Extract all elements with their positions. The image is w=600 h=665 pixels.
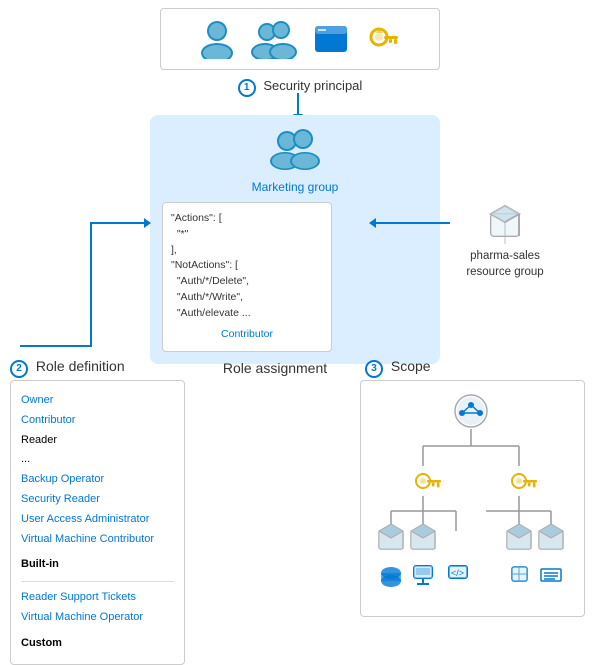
security-principal-box (160, 8, 440, 70)
number-2: 2 (10, 360, 28, 378)
role-ellipsis: ... (21, 450, 174, 470)
pharma-sales-box: pharma-sales resource group (455, 200, 555, 280)
app-icon (313, 24, 349, 54)
scope-tree-svg: </> (371, 391, 571, 601)
labels-row: 2 Role definition Role assignment 3 Scop… (0, 358, 600, 378)
security-principal-text: Security principal (263, 78, 362, 93)
sp-icons (199, 19, 401, 59)
arrow-right-blue (90, 222, 150, 224)
bottom-horizontal-line (20, 345, 92, 347)
arrow-down (297, 93, 299, 115)
divider (21, 581, 174, 582)
role-assignment-section-label: Role assignment (185, 360, 365, 376)
code-line4: "NotActions": [ (171, 258, 323, 274)
key-icon (365, 21, 401, 57)
role-vm-operator[interactable]: Virtual Machine Operator (21, 608, 174, 628)
role-assignment-area: Marketing group "Actions": [ "*" ], "Not… (150, 115, 440, 364)
svg-text:</>: </> (451, 568, 464, 578)
role-definition-code-box: "Actions": [ "*" ], "NotActions": [ "Aut… (162, 202, 332, 352)
role-def-panel: Owner Contributor Reader ... Backup Oper… (10, 380, 185, 665)
builtin-label: Built-in (21, 555, 174, 575)
scope-label: Scope (391, 358, 431, 374)
group-icon (251, 19, 297, 59)
role-reader: Reader (21, 431, 174, 451)
user-icon (199, 19, 235, 59)
number-1: 1 (238, 79, 256, 97)
left-vertical-line (90, 222, 92, 347)
number-3: 3 (365, 360, 383, 378)
code-line6: "Auth/*/Write", (171, 290, 323, 306)
role-owner[interactable]: Owner (21, 391, 174, 411)
scope-section-label: 3 Scope (365, 358, 590, 378)
custom-label: Custom (21, 634, 174, 654)
marketing-group-icon-container: Marketing group (162, 127, 428, 194)
pharma-sales-line2: resource group (455, 264, 555, 280)
code-line2: "*" (171, 227, 323, 243)
arrow-left (370, 222, 450, 224)
code-line5: "Auth/*/Delete", (171, 274, 323, 290)
marketing-group-icon (269, 127, 321, 171)
code-line3: ], (171, 243, 323, 259)
role-assignment-label: Role assignment (223, 360, 327, 376)
role-reader-support[interactable]: Reader Support Tickets (21, 588, 174, 608)
role-backup-operator[interactable]: Backup Operator (21, 470, 174, 490)
pharma-sales-icon (483, 200, 527, 244)
marketing-group-label: Marketing group (162, 180, 428, 194)
role-definition-label: Role definition (36, 358, 125, 374)
role-user-access-admin[interactable]: User Access Administrator (21, 510, 174, 530)
code-line1: "Actions": [ (171, 211, 323, 227)
role-contributor[interactable]: Contributor (21, 411, 174, 431)
diagram-container: 1 Security principal Marketing group "Ac… (0, 0, 600, 645)
pharma-sales-line1: pharma-sales (455, 248, 555, 264)
code-line7: "Auth/elevate ... (171, 306, 323, 322)
role-def-section-label: 2 Role definition (10, 358, 185, 378)
contributor-label: Contributor (171, 327, 323, 343)
role-security-reader[interactable]: Security Reader (21, 490, 174, 510)
security-principal-label: 1 Security principal (160, 78, 440, 97)
role-vm-contributor[interactable]: Virtual Machine Contributor (21, 530, 174, 550)
scope-panel: </> (360, 380, 585, 617)
